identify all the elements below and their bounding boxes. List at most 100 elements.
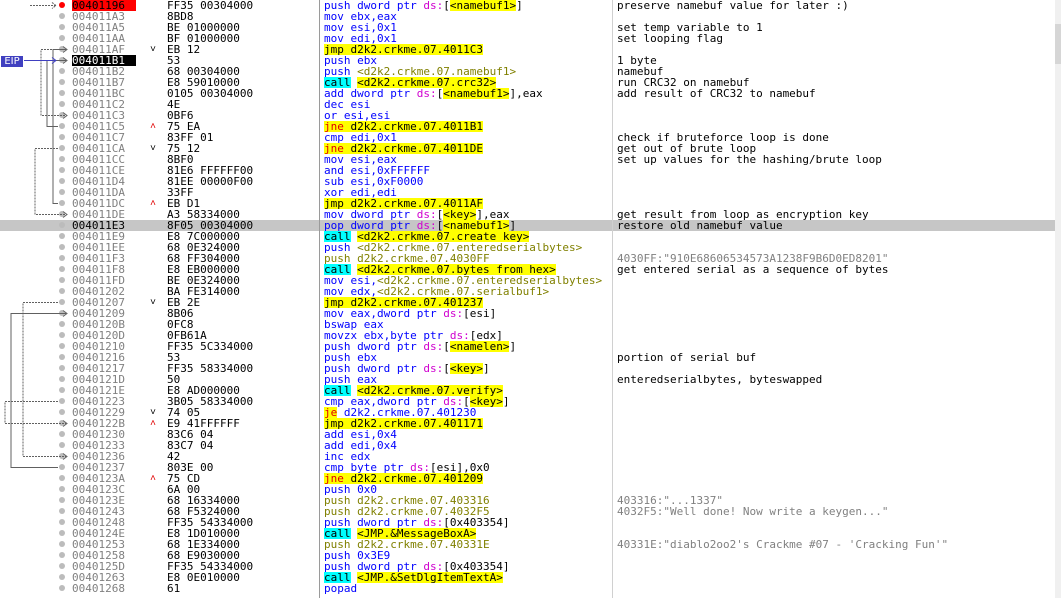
instruction-row[interactable]: 00401230 83C6 04 add esi,0x4 <box>0 429 1061 440</box>
instruction-row[interactable]: 004011D4 81EE 00000F00 sub esi,0xF0000 <box>0 176 1061 187</box>
instruction-row[interactable]: 0040123E 68 16334000 push d2k2.crkme.07.40… <box>0 495 1061 506</box>
disassembly-cell[interactable]: mov esi,<d2k2.crkme.07.enteredserialbyte… <box>324 275 612 286</box>
instruction-row[interactable]: 004011DE A3 58334000 mov dword ptr ds:[<ke… <box>0 209 1061 220</box>
instruction-row[interactable]: 00401223 3B05 58334000 cmp eax,dword ptr d… <box>0 396 1061 407</box>
instruction-row[interactable]: 00401248 FF35 54334000 push dword ptr ds:[… <box>0 517 1061 528</box>
instruction-row[interactable]: 004011CE 81E6 FFFFFF00 and esi,0xFFFFFF <box>0 165 1061 176</box>
instruction-row[interactable]: 004011B2 68 00304000 push <d2k2.crkme.07.n… <box>0 66 1061 77</box>
instruction-row[interactable]: 00401263 E8 0E010000 call <JMP.&SetDlgItem… <box>0 572 1061 583</box>
instruction-row[interactable]: 004011A5 BE 01000000 mov esi,0x1 set temp v… <box>0 22 1061 33</box>
instruction-row[interactable]: 00401236 42 inc edx <box>0 451 1061 462</box>
instruction-row[interactable]: 00401229 ˅ 74 05 je d2k2.crkme.07.401230 <box>0 407 1061 418</box>
disassembly-listing[interactable]: 00401196 FF35 00304000 push dword ptr ds:[… <box>0 0 1061 598</box>
disassembly-cell[interactable]: push eax <box>324 374 612 385</box>
disassembly-cell[interactable]: and esi,0xFFFFFF <box>324 165 612 176</box>
instruction-row[interactable]: 00401202 BA FE314000 mov edx,<d2k2.crkme.0… <box>0 286 1061 297</box>
instruction-row[interactable]: 00401210 FF35 5C334000 push dword ptr ds:[… <box>0 341 1061 352</box>
instruction-row[interactable]: 00401237 803E 00 cmp byte ptr ds:[esi],0x0 <box>0 462 1061 473</box>
instruction-row[interactable]: 004011E9 E8 7C000000 call <d2k2.crkme.07.c… <box>0 231 1061 242</box>
instruction-row[interactable]: 0040120D 0FB61A movzx ebx,byte ptr ds:[edx… <box>0 330 1061 341</box>
instruction-row[interactable]: 004011A3 8BD8 mov ebx,eax <box>0 11 1061 22</box>
disassembly-cell[interactable]: mov edi,0x1 <box>324 33 612 44</box>
disassembly-cell[interactable]: push dword ptr ds:[<namelen>] <box>324 341 612 352</box>
instruction-row[interactable]: 004011B1 53 push ebx 1 byte <box>0 55 1061 66</box>
disassembly-cell[interactable]: pop dword ptr ds:[<namebuf1>] <box>324 220 612 231</box>
bytes-cell[interactable]: 61 <box>167 583 180 594</box>
instruction-row[interactable]: 004011F3 68 FF304000 push d2k2.crkme.07.40… <box>0 253 1061 264</box>
comment-cell[interactable]: enteredserialbytes, byteswapped <box>617 374 822 385</box>
disassembly-cell[interactable]: mov eax,dword ptr ds:[esi] <box>324 308 612 319</box>
disassembly-cell[interactable]: bswap eax <box>324 319 612 330</box>
instruction-row[interactable]: 004011FD BE 0E324000 mov esi,<d2k2.crkme.0… <box>0 275 1061 286</box>
comment-cell[interactable]: set up values for the hashing/brute loop <box>617 154 882 165</box>
instruction-row[interactable]: 00401209 8B06 mov eax,dword ptr ds:[esi] <box>0 308 1061 319</box>
disassembly-cell[interactable]: call <d2k2.crkme.07.create_key> <box>324 231 612 242</box>
comment-cell[interactable]: portion of serial buf <box>617 352 756 363</box>
instruction-row[interactable]: 004011C3 0BF6 or esi,esi <box>0 110 1061 121</box>
instruction-row[interactable]: 004011E3 8F05 00304000 pop dword ptr ds:[<… <box>0 220 1061 231</box>
disassembly-cell[interactable]: jne d2k2.crkme.07.401209 <box>324 473 612 484</box>
instruction-row[interactable]: 0040120B 0FC8 bswap eax <box>0 319 1061 330</box>
instruction-row[interactable]: 00401233 83C7 04 add edi,0x4 <box>0 440 1061 451</box>
disassembly-cell[interactable]: push dword ptr ds:[0x403354] <box>324 517 612 528</box>
disassembly-cell[interactable]: sub esi,0xF0000 <box>324 176 612 187</box>
comment-cell[interactable]: 40331E:"diablo2oo2's Crackme #07 - 'Crac… <box>617 539 948 550</box>
instruction-row[interactable]: 00401217 FF35 58334000 push dword ptr ds:[… <box>0 363 1061 374</box>
disassembly-cell[interactable]: push ebx <box>324 352 612 363</box>
scrollbar-thumb[interactable] <box>1055 24 1061 64</box>
comment-cell[interactable]: get entered serial as a sequence of byte… <box>617 264 889 275</box>
instruction-row[interactable]: 004011C2 4E dec esi <box>0 99 1061 110</box>
comment-cell[interactable]: restore old namebuf value <box>617 220 783 231</box>
instruction-row[interactable]: 004011BC 0105 00304000 add dword ptr ds:[<… <box>0 88 1061 99</box>
disassembly-cell[interactable]: jmp d2k2.crkme.07.4011AF <box>324 198 612 209</box>
disassembly-cell[interactable]: call <d2k2.crkme.07.bytes_from_hex> <box>324 264 612 275</box>
disassembly-cell[interactable]: push d2k2.crkme.07.40331E <box>324 539 612 550</box>
address-cell[interactable]: 00401268 <box>72 583 136 594</box>
disassembly-cell[interactable]: push <d2k2.crkme.07.namebuf1> <box>324 66 612 77</box>
instruction-row[interactable]: 004011B7 E8 59010000 call <d2k2.crkme.07.c… <box>0 77 1061 88</box>
comment-cell[interactable]: add result of CRC32 to namebuf <box>617 88 816 99</box>
disassembly-cell[interactable]: call <d2k2.crkme.07.crc32> <box>324 77 612 88</box>
disassembly-cell[interactable]: push dword ptr ds:[<key>] <box>324 363 612 374</box>
disassembly-cell[interactable]: cmp edi,0x1 <box>324 132 612 143</box>
disassembly-cell[interactable]: add dword ptr ds:[<namebuf1>],eax <box>324 88 612 99</box>
disassembly-cell[interactable]: cmp eax,dword ptr ds:[<key>] <box>324 396 612 407</box>
instruction-row[interactable]: 0040123C 6A 00 push 0x0 <box>0 484 1061 495</box>
comment-cell[interactable]: 4032F5:"Well done! Now write a keygen...… <box>617 506 889 517</box>
disassembly-cell[interactable]: mov edx,<d2k2.crkme.07.serialbuf1> <box>324 286 612 297</box>
instruction-row[interactable]: 00401196 FF35 00304000 push dword ptr ds:[… <box>0 0 1061 11</box>
instruction-row[interactable]: 004011CA ˅ 75 12 jne d2k2.crkme.07.4011DE ge… <box>0 143 1061 154</box>
instruction-row[interactable]: 00401207 ˅ EB 2E jmp d2k2.crkme.07.401237 <box>0 297 1061 308</box>
disassembly-cell[interactable]: jmp d2k2.crkme.07.4011C3 <box>324 44 612 55</box>
instruction-row[interactable]: 004011DC ˄ EB D1 jmp d2k2.crkme.07.4011AF <box>0 198 1061 209</box>
disassembly-cell[interactable]: mov ebx,eax <box>324 11 612 22</box>
disassembly-cell[interactable]: push d2k2.crkme.07.4030FF <box>324 253 612 264</box>
instruction-row[interactable]: 004011C7 83FF 01 cmp edi,0x1 check if brute… <box>0 132 1061 143</box>
disassembly-cell[interactable]: call <JMP.&SetDlgItemTextA> <box>324 572 612 583</box>
disassembly-cell[interactable]: add esi,0x4 <box>324 429 612 440</box>
instruction-row[interactable]: 004011F8 E8 EB000000 call <d2k2.crkme.07.b… <box>0 264 1061 275</box>
disassembly-cell[interactable]: push <d2k2.crkme.07.enteredserialbytes> <box>324 242 612 253</box>
disassembly-cell[interactable]: or esi,esi <box>324 110 612 121</box>
instruction-row[interactable]: 004011AF ˅ EB 12 jmp d2k2.crkme.07.4011C3 <box>0 44 1061 55</box>
disassembly-cell[interactable]: jne d2k2.crkme.07.4011DE <box>324 143 612 154</box>
instruction-row[interactable]: 004011C5 ˄ 75 EA jne d2k2.crkme.07.4011B1 <box>0 121 1061 132</box>
comment-cell[interactable]: preserve namebuf value for later :) <box>617 0 849 11</box>
instruction-row[interactable]: 0040123A ˄ 75 CD jne d2k2.crkme.07.401209 <box>0 473 1061 484</box>
instruction-row[interactable]: 0040121E E8 AD000000 call <d2k2.crkme.07.v… <box>0 385 1061 396</box>
disassembly-cell[interactable]: call <d2k2.crkme.07.verify> <box>324 385 612 396</box>
instruction-row[interactable]: 00401216 53 push ebx portion of serial buf <box>0 352 1061 363</box>
disassembly-cell[interactable]: mov esi,0x1 <box>324 22 612 33</box>
instruction-row[interactable]: 004011CC 8BF0 mov esi,eax set up values for… <box>0 154 1061 165</box>
disassembly-cell[interactable]: je d2k2.crkme.07.401230 <box>324 407 612 418</box>
disassembly-cell[interactable]: push dword ptr ds:[0x403354] <box>324 561 612 572</box>
disassembly-cell[interactable]: push dword ptr ds:[<namebuf1>] <box>324 0 612 11</box>
disassembly-cell[interactable]: push 0x3E9 <box>324 550 612 561</box>
instruction-row[interactable]: 00401258 68 E9030000 push 0x3E9 <box>0 550 1061 561</box>
disassembly-cell[interactable]: inc edx <box>324 451 612 462</box>
disassembly-cell[interactable]: dec esi <box>324 99 612 110</box>
instruction-row[interactable]: 004011EE 68 0E324000 push <d2k2.crkme.07.e… <box>0 242 1061 253</box>
instruction-row[interactable]: 00401268 61 popad <box>0 583 1061 594</box>
disassembly-cell[interactable]: movzx ebx,byte ptr ds:[edx] <box>324 330 612 341</box>
disassembly-cell[interactable]: push d2k2.crkme.07.403316 <box>324 495 612 506</box>
